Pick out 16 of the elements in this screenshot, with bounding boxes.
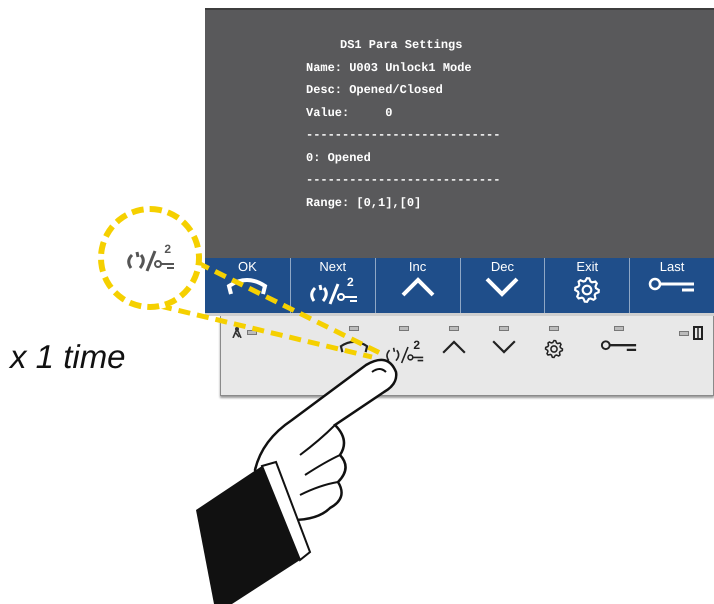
screen-text-line: --------------------------- [306, 172, 500, 189]
screen-text-line: Range: [0,1],[0] [306, 194, 422, 212]
screen-text-line: Desc: Opened/Closed [306, 82, 443, 99]
soft-key[interactable]: Last [629, 258, 714, 313]
soft-key[interactable]: Exit [544, 258, 630, 313]
soft-key[interactable]: Dec [460, 258, 544, 313]
screen-text-line: Name: U003 Unlock1 Mode [306, 60, 472, 76]
press-count-text: x 1 time [10, 338, 126, 376]
soft-key[interactable]: Next 2 [290, 258, 375, 313]
screen-title: DS1 Para Settings [339, 37, 462, 54]
screen-text-line: --------------------------- [306, 127, 500, 144]
screen-text-line: Value: 0 [306, 104, 392, 122]
screen-text-line: 0: Opened [306, 150, 371, 166]
soft-key[interactable]: OK [205, 258, 290, 313]
soft-key[interactable]: Inc [374, 258, 460, 313]
keypad-key[interactable]: 2 [379, 326, 429, 365]
